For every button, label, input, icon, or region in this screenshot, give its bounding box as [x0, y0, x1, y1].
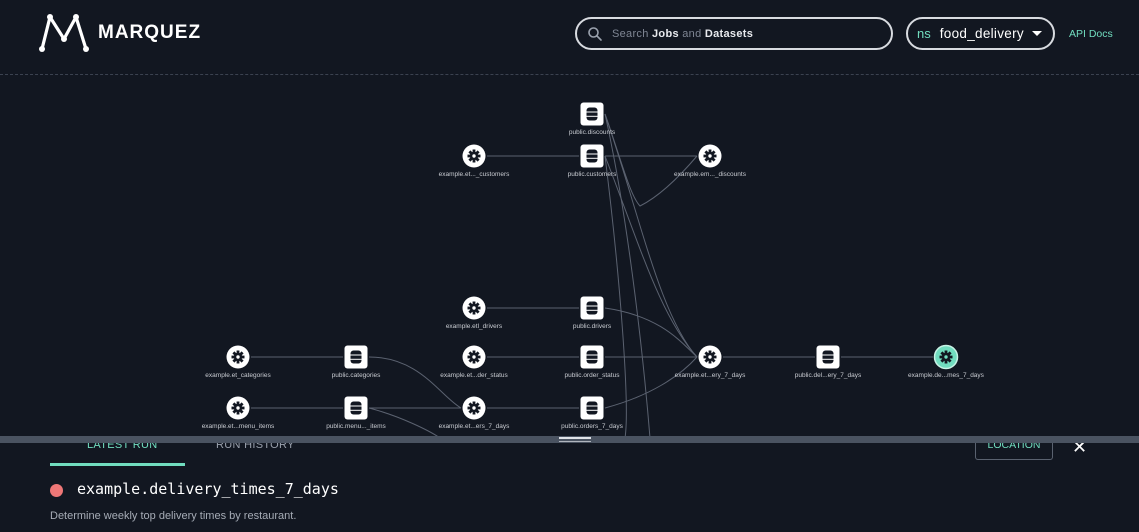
- node-label: public.menu..._items: [326, 423, 386, 430]
- job-node[interactable]: example.et..._customers: [439, 144, 511, 179]
- database-icon: [586, 149, 598, 163]
- lineage-edge: [604, 113, 698, 358]
- gear-icon: [703, 149, 717, 163]
- gear-icon: [467, 350, 481, 364]
- database-icon: [350, 401, 362, 415]
- dataset-node[interactable]: public.categories: [332, 345, 382, 380]
- tab-latest-run[interactable]: LATEST RUN: [87, 443, 157, 451]
- tab-run-history[interactable]: RUN HISTORY: [216, 443, 295, 451]
- job-node[interactable]: example.em..._discounts: [674, 144, 747, 179]
- dataset-node[interactable]: public.del...ery_7_days: [795, 345, 862, 380]
- search-placeholder-prefix: Search: [612, 27, 649, 40]
- active-tab-indicator: [50, 463, 185, 466]
- caret-down-icon: [1031, 31, 1042, 36]
- node-label: public.del...ery_7_days: [795, 372, 862, 379]
- namespace-select[interactable]: ns food_delivery: [906, 17, 1055, 50]
- lineage-edge: [368, 356, 462, 409]
- node-label: example.et...ery_7_days: [675, 372, 747, 379]
- dataset-node[interactable]: public.menu..._items: [326, 396, 387, 431]
- node-label: public.drivers: [573, 323, 612, 330]
- search-input[interactable]: Search Jobs and Datasets: [575, 17, 893, 50]
- node-label: example.de...mes_7_days: [908, 372, 985, 379]
- search-placeholder-datasets: Datasets: [704, 27, 754, 40]
- lineage-edge: [604, 307, 698, 358]
- run-status-indicator: [50, 484, 63, 497]
- dataset-node[interactable]: public.drivers: [573, 296, 612, 331]
- location-button[interactable]: LOCATION: [975, 443, 1053, 460]
- job-node[interactable]: example.et...ers_7_days: [439, 396, 511, 431]
- database-icon: [586, 350, 598, 364]
- job-node[interactable]: example.et...der_status: [440, 345, 509, 380]
- node-label: example.et...menu_items: [202, 423, 275, 430]
- node-label: public.categories: [332, 372, 382, 379]
- logo-text: MARQUEZ: [98, 22, 202, 43]
- gear-icon: [467, 401, 481, 415]
- job-detail-drawer: LATEST RUN RUN HISTORY LOCATION ✕ exampl…: [0, 443, 1139, 532]
- database-icon: [586, 301, 598, 315]
- search-placeholder: Search Jobs and Datasets: [612, 28, 753, 40]
- node-label: public.orders_7_days: [561, 423, 624, 430]
- dataset-node[interactable]: public.orders_7_days: [561, 396, 624, 431]
- node-label: public.discounts: [569, 129, 616, 136]
- lineage-graph-canvas: public.discountsexample.et..._customers p…: [202, 102, 985, 439]
- drawer-drag-handle[interactable]: [559, 437, 591, 439]
- dataset-node[interactable]: public.order_status: [565, 345, 621, 380]
- node-label: example.et..._customers: [439, 171, 511, 178]
- job-name: example.delivery_times_7_days: [77, 480, 339, 498]
- database-icon: [586, 107, 598, 121]
- job-node[interactable]: example.et...menu_items: [202, 396, 275, 431]
- api-docs-link[interactable]: API Docs: [1069, 28, 1113, 40]
- lineage-edge: [604, 356, 698, 409]
- graph-nodes: public.discountsexample.et..._customers p…: [202, 102, 985, 431]
- node-label: example.et...ers_7_days: [439, 423, 511, 430]
- lineage-graph[interactable]: public.discounts example.et..._customers p…: [0, 76, 1139, 439]
- top-bar: MARQUEZ Search Jobs and Datasets ns food…: [0, 0, 1139, 75]
- job-node[interactable]: example.de...mes_7_days: [908, 344, 985, 380]
- database-icon: [822, 350, 834, 364]
- namespace-prefix: ns: [917, 26, 931, 41]
- gear-icon: [703, 350, 717, 364]
- node-label: example.etl_drivers: [446, 323, 503, 330]
- node-label: public.order_status: [565, 372, 621, 379]
- close-icon[interactable]: ✕: [1072, 443, 1087, 457]
- namespace-value: food_delivery: [939, 26, 1024, 41]
- dataset-node[interactable]: public.discounts: [569, 102, 616, 137]
- gear-icon: [467, 149, 481, 163]
- dataset-node[interactable]: public.customers: [568, 144, 618, 179]
- drawer-drag-handle-line: [559, 441, 591, 442]
- gear-icon: [231, 350, 245, 364]
- job-node[interactable]: example.et...ery_7_days: [675, 345, 747, 380]
- node-label: example.et...der_status: [440, 372, 508, 379]
- database-icon: [586, 401, 598, 415]
- node-label: public.customers: [568, 171, 618, 178]
- job-node[interactable]: example.etl_drivers: [446, 296, 503, 331]
- job-description: Determine weekly top delivery times by r…: [50, 510, 297, 522]
- lineage-edge: [604, 113, 651, 439]
- search-placeholder-jobs: Jobs: [652, 27, 679, 40]
- search-icon: [588, 26, 602, 41]
- database-icon: [350, 350, 362, 364]
- gear-icon: [467, 301, 481, 315]
- node-label: example.em..._discounts: [674, 171, 747, 178]
- node-label: example.et_categories: [205, 372, 271, 379]
- search-placeholder-and: and: [682, 27, 702, 40]
- gear-icon: [231, 401, 245, 415]
- lineage-edge: [604, 155, 627, 439]
- marquez-logo[interactable]: MARQUEZ: [38, 13, 201, 53]
- job-node[interactable]: example.et_categories: [205, 345, 271, 380]
- gear-icon: [939, 350, 953, 364]
- marquez-logo-icon: [39, 14, 89, 52]
